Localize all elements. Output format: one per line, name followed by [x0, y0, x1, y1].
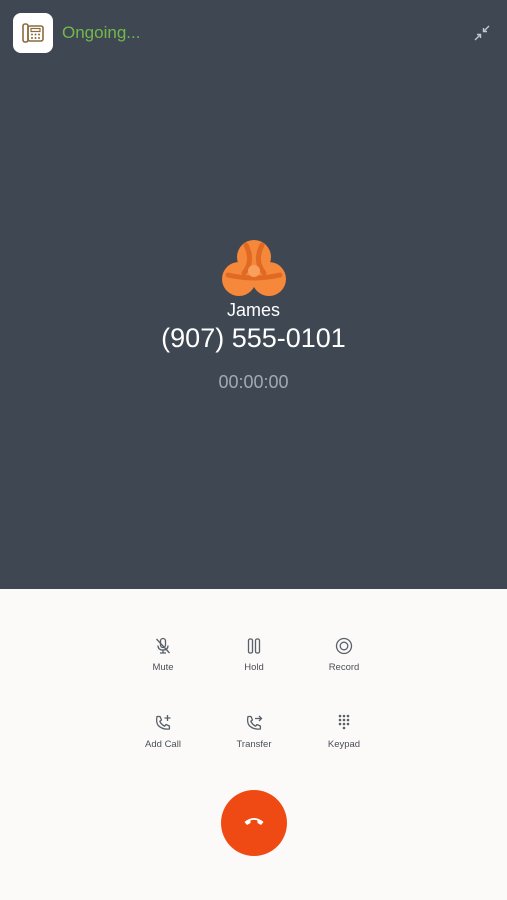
hold-label: Hold	[244, 662, 264, 673]
transfer-button[interactable]: Transfer	[209, 713, 299, 750]
call-status-text: Ongoing...	[62, 23, 141, 42]
mic-off-icon	[153, 636, 173, 656]
keypad-button[interactable]: Keypad	[299, 713, 389, 750]
hold-button[interactable]: Hold	[209, 636, 299, 673]
add-call-button[interactable]: Add Call	[118, 713, 208, 750]
add-call-label: Add Call	[145, 739, 181, 750]
phone-forward-icon	[244, 713, 264, 733]
phone-plus-icon	[153, 713, 173, 733]
dialpad-icon	[334, 713, 354, 733]
mute-button[interactable]: Mute	[118, 636, 208, 673]
record-label: Record	[328, 662, 360, 673]
call-timer: 00:00:00	[218, 372, 289, 392]
collapse-arrows-icon[interactable]	[473, 24, 491, 42]
call-screen-header-area: Ongoing... James (907) 555-0101 00:00:00	[0, 0, 507, 589]
desk-phone-icon[interactable]	[13, 13, 53, 53]
mute-label: Mute	[152, 662, 174, 673]
transfer-label: Transfer	[236, 739, 272, 750]
record-button[interactable]: Record	[299, 636, 389, 673]
caller-avatar	[222, 237, 286, 299]
record-icon	[334, 636, 354, 656]
hang-up-button[interactable]	[221, 790, 287, 856]
caller-name: James	[226, 300, 280, 320]
keypad-label: Keypad	[327, 739, 361, 750]
caller-number: (907) 555-0101	[161, 323, 346, 353]
phone-hangup-icon	[243, 814, 265, 832]
pause-icon	[244, 636, 264, 656]
